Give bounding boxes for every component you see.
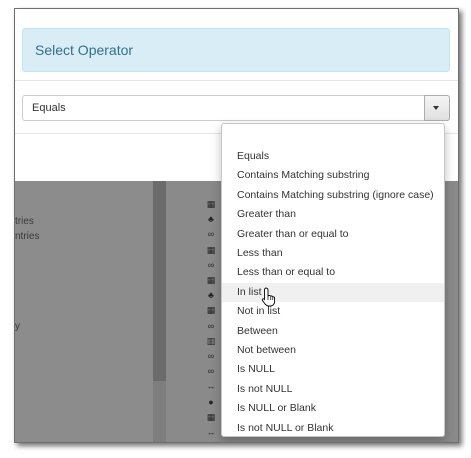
screenshot-frame: tries ntries y ▦♣∞▦∞▦♣▦∞▥∞∞↔●▦↔▦A × Sele… — [14, 8, 459, 443]
operator-select-value: Equals — [32, 102, 66, 114]
link-icon: ∞ — [207, 229, 215, 240]
background-entry: ntries — [15, 231, 40, 242]
background-divider-panel — [166, 181, 206, 442]
operator-dropdown-menu: Equals Contains Matching substring Contain… — [221, 123, 445, 437]
calendar-icon: ▦ — [205, 442, 217, 443]
operator-option[interactable]: Not in list — [222, 302, 444, 321]
operator-option[interactable]: Contains Matching substring — [222, 166, 444, 185]
link-icon: ∞ — [207, 320, 215, 331]
background-list-panel: tries ntries y — [15, 181, 153, 442]
link-icon: ∞ — [207, 366, 215, 377]
link-icon: ∞ — [207, 259, 215, 270]
calendar-icon: ▦ — [206, 305, 216, 316]
operator-option[interactable]: Not between — [222, 341, 444, 360]
operator-option[interactable]: Contains Matching substring (ignore case… — [222, 186, 444, 205]
barcode-icon: ▥ — [206, 335, 216, 346]
link-icon: ∞ — [207, 351, 215, 361]
operator-option[interactable]: Less than — [222, 244, 444, 263]
modal-title: Select Operator — [35, 42, 134, 58]
chevron-down-icon — [433, 106, 439, 110]
operator-option[interactable]: Greater than — [222, 205, 444, 224]
operator-dropdown-toggle[interactable] — [424, 95, 450, 121]
operator-option[interactable]: Greater than or equal to — [222, 225, 444, 244]
arrows-icon: ↔ — [206, 381, 216, 392]
modal-header: Select Operator — [22, 28, 450, 72]
background-scrollbar — [153, 181, 166, 442]
operator-option[interactable]: Equals — [222, 147, 444, 166]
shield-icon: ● — [208, 396, 214, 407]
tree-icon: ♣ — [208, 214, 214, 225]
calendar-icon: ▦ — [206, 244, 216, 255]
calendar-icon: ▦ — [206, 199, 216, 209]
operator-select[interactable]: Equals — [22, 95, 450, 121]
operator-option[interactable]: Less than or equal to — [222, 263, 444, 282]
operator-option[interactable]: Is NULL — [222, 360, 444, 379]
background-entry: tries — [15, 216, 34, 227]
operator-option[interactable]: Between — [222, 322, 444, 341]
operator-option[interactable]: In list — [222, 282, 444, 302]
arrows-icon: ↔ — [206, 427, 216, 437]
header-divider — [15, 80, 458, 81]
hand-cursor-icon — [261, 287, 276, 307]
operator-option[interactable]: Is not NULL or Blank — [222, 419, 444, 438]
calendar-icon: ▦ — [206, 275, 216, 285]
tree-icon: ♣ — [208, 290, 214, 301]
background-entry: y — [15, 321, 20, 332]
operator-option[interactable]: Is NULL or Blank — [222, 399, 444, 418]
operator-option[interactable]: Is not NULL — [222, 380, 444, 399]
calendar-icon: ▦ — [206, 411, 216, 422]
background-scrollbar-thumb — [153, 181, 166, 381]
